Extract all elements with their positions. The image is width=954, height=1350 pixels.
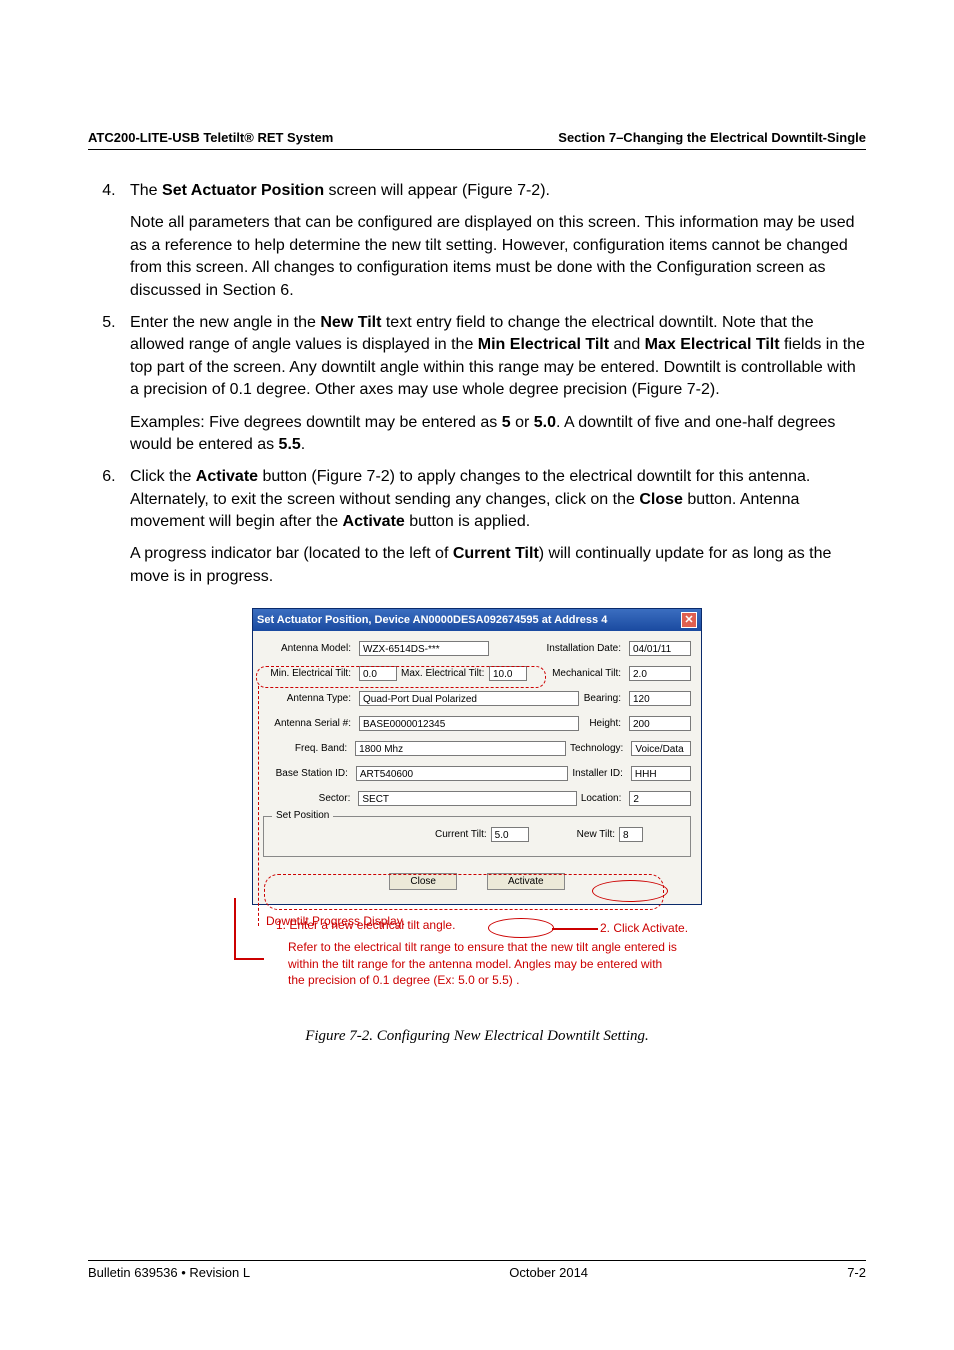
callout-activate-line <box>552 928 598 930</box>
field-tech: Voice/Data <box>631 741 691 756</box>
close-icon[interactable]: ✕ <box>681 612 697 628</box>
field-location: 2 <box>629 791 691 806</box>
annot-activate: 2. Click Activate. <box>600 920 720 936</box>
label-max-tilt: Max. Electrical Tilt: <box>401 668 485 679</box>
field-installer: HHH <box>631 766 691 781</box>
dialog-title: Set Actuator Position, Device AN0000DESA… <box>257 614 607 626</box>
step-5: Enter the new angle in the New Tilt text… <box>120 312 866 456</box>
label-serial: Antenna Serial #: <box>263 718 355 729</box>
set-position-group: Set Position Current Tilt: 5.0 New Tilt:… <box>263 816 691 857</box>
field-base-station: ART540600 <box>356 766 568 781</box>
field-max-tilt: 10.0 <box>489 666 527 681</box>
annot-note: Refer to the electrical tilt range to en… <box>288 939 678 988</box>
label-location: Location: <box>581 793 626 804</box>
field-antenna-model: WZX-6514DS-*** <box>359 641 489 656</box>
activate-button[interactable]: Activate <box>487 873 565 890</box>
footer-left: Bulletin 639536 • Revision L <box>88 1265 250 1280</box>
label-freq: Freq. Band: <box>263 743 351 754</box>
label-current-tilt: Current Tilt: <box>435 829 487 840</box>
field-install-date: 04/01/11 <box>629 641 691 656</box>
label-mech-tilt: Mechanical Tilt: <box>552 668 625 679</box>
label-base-station: Base Station ID: <box>263 768 352 779</box>
field-current-tilt: 5.0 <box>491 827 529 842</box>
dialog-titlebar: Set Actuator Position, Device AN0000DESA… <box>253 609 701 631</box>
field-mech-tilt: 2.0 <box>629 666 691 681</box>
field-height: 200 <box>629 716 691 731</box>
label-tech: Technology: <box>570 743 627 754</box>
set-position-legend: Set Position <box>272 810 333 821</box>
step-6: Click the Activate button (Figure 7-2) t… <box>120 466 866 588</box>
label-height: Height: <box>589 718 625 729</box>
header-right: Section 7–Changing the Electrical Downti… <box>558 130 866 145</box>
label-antenna-type: Antenna Type: <box>263 693 355 704</box>
callout-step1-line-v <box>234 898 236 958</box>
label-install-date: Installation Date: <box>547 643 626 654</box>
close-button[interactable]: Close <box>389 873 457 890</box>
header-left: ATC200-LITE-USB Teletilt® RET System <box>88 130 333 145</box>
instruction-list: The Set Actuator Position screen will ap… <box>88 180 866 588</box>
footer-center: October 2014 <box>509 1265 588 1280</box>
label-new-tilt: New Tilt: <box>577 829 615 840</box>
callout-step1-line-h <box>234 958 264 960</box>
figure-dialog-wrap: Set Actuator Position, Device AN0000DESA… <box>252 608 702 988</box>
field-serial: BASE0000012345 <box>359 716 579 731</box>
label-sector: Sector: <box>263 793 354 804</box>
page-footer: Bulletin 639536 • Revision L October 201… <box>88 1260 866 1280</box>
annot-progress: Downtilt Progress Display. <box>266 913 406 929</box>
label-installer: Installer ID: <box>572 768 627 779</box>
label-bearing: Bearing: <box>584 693 625 704</box>
field-sector: SECT <box>358 791 576 806</box>
field-freq: 1800 Mhz <box>355 741 566 756</box>
field-antenna-type: Quad-Port Dual Polarized <box>359 691 579 706</box>
step-4: The Set Actuator Position screen will ap… <box>120 180 866 302</box>
label-min-tilt: Min. Electrical Tilt: <box>263 668 355 679</box>
new-tilt-input[interactable]: 8 <box>619 827 643 842</box>
set-actuator-position-dialog: Set Actuator Position, Device AN0000DESA… <box>252 608 702 905</box>
label-antenna-model: Antenna Model: <box>263 643 355 654</box>
field-min-tilt: 0.0 <box>359 666 397 681</box>
footer-right: 7-2 <box>847 1265 866 1280</box>
page-header: ATC200-LITE-USB Teletilt® RET System Sec… <box>88 130 866 150</box>
figure-caption: Figure 7-2. Configuring New Electrical D… <box>88 1028 866 1045</box>
field-bearing: 120 <box>629 691 691 706</box>
